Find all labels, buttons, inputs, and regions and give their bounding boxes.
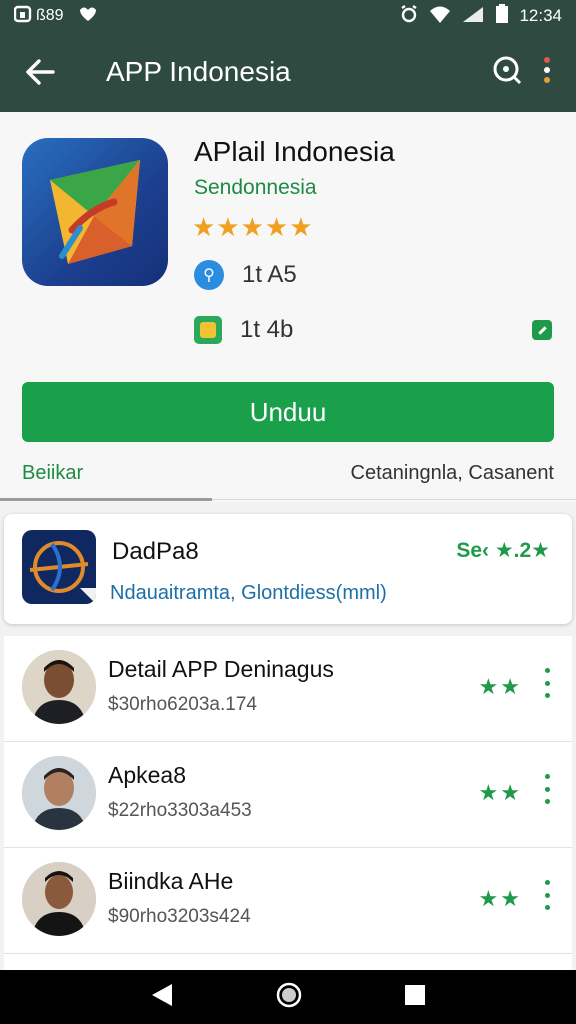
install-button[interactable]: Unduu [22, 382, 554, 442]
app-header: APlail Indonesia Sendonnesia ★★★★★ ⚲ 1t … [0, 112, 576, 502]
system-nav-bar [0, 970, 576, 1024]
nav-back-button[interactable] [150, 982, 174, 1013]
meta-row-1: ⚲ 1t A5 [194, 260, 297, 290]
featured-app-icon [22, 530, 96, 604]
meta-2-value: 1t 4b [240, 316, 294, 343]
list-item-subtitle: $30rho6203a.174 [108, 694, 257, 715]
list-item-subtitle: $90rho3203s424 [108, 906, 251, 927]
app-list: Detail APP Deninagus $30rho6203a.174 ★★ … [4, 636, 572, 970]
developer-link[interactable]: Sendonnesia [194, 176, 317, 200]
list-item-stars: ★★ [478, 674, 522, 699]
tab-reviews[interactable]: Cetaningnla, Casanent [351, 462, 554, 485]
status-right: 12:34 [399, 3, 562, 29]
list-item-title: Detail APP Deninagus [108, 656, 334, 682]
app-bar-actions [492, 55, 576, 90]
featured-app-card[interactable]: DadPa8 Se‹ ★.2★ Ndauaitramta, Glontdiess… [4, 514, 572, 624]
nav-home-icon [276, 982, 302, 1007]
featured-app-rating: Se‹ ★.2★ [456, 539, 550, 562]
nav-home-button[interactable] [275, 981, 303, 1014]
category-icon [194, 316, 222, 344]
app-logo-icon [22, 138, 168, 286]
avatar [22, 862, 96, 936]
search-icon [493, 56, 522, 84]
list-item[interactable]: Biindka AHe $90rho3203s424 ★★ [4, 848, 572, 954]
list-item-title: Apkea8 [108, 762, 187, 788]
download-count-icon: ⚲ [194, 260, 224, 290]
more-vert-icon[interactable] [542, 668, 552, 698]
featured-app-description: Ndauaitramta, Glontdiess(mml) [110, 582, 387, 604]
battery-icon [495, 3, 509, 29]
nav-recents-icon [404, 984, 425, 1005]
more-options-button[interactable] [542, 55, 552, 90]
status-bar: ß89 12:34 [0, 0, 576, 32]
avatar [22, 756, 96, 830]
status-time: 12:34 [519, 6, 562, 25]
app-name: APlail Indonesia [194, 136, 395, 167]
more-vert-icon [544, 56, 550, 83]
verified-badge-icon [532, 320, 552, 340]
list-item[interactable]: Detail APP Deninagus $30rho6203a.174 ★★ [4, 636, 572, 742]
more-vert-icon[interactable] [542, 880, 552, 910]
list-item-stars: ★★ [478, 886, 522, 911]
list-item-subtitle: $22rho3303a453 [108, 800, 252, 821]
list-item[interactable]: Apkea8 $22rho3303a453 ★★ [4, 742, 572, 848]
notification-icons: ß89 [13, 4, 100, 29]
status-left: ß89 [13, 4, 100, 29]
list-item-stars: ★★ [478, 780, 522, 805]
alarm-icon [399, 4, 419, 29]
tab-indicator [0, 498, 212, 501]
signal-icon [461, 5, 485, 28]
app-bar-title: APP Indonesia [106, 56, 291, 87]
back-button[interactable] [0, 32, 80, 112]
list-item-title: Biindka AHe [108, 868, 234, 894]
tab-details[interactable]: Beiikar [22, 462, 83, 485]
avatar [22, 650, 96, 724]
search-button[interactable] [492, 55, 522, 90]
app-bar: APP Indonesia [0, 32, 576, 112]
wifi-icon [429, 5, 451, 28]
meta-row-2: 1t 4b [194, 316, 293, 344]
svg-text:ß89: ß89 [36, 7, 64, 24]
nav-recents-button[interactable] [404, 984, 426, 1011]
meta-1-value: 1t A5 [242, 261, 297, 288]
nav-back-icon [152, 983, 173, 1006]
arrow-back-icon [26, 59, 55, 85]
featured-app-name: DadPa8 [112, 538, 199, 565]
rating-stars: ★★★★★ [192, 212, 314, 242]
more-vert-icon[interactable] [542, 774, 552, 804]
